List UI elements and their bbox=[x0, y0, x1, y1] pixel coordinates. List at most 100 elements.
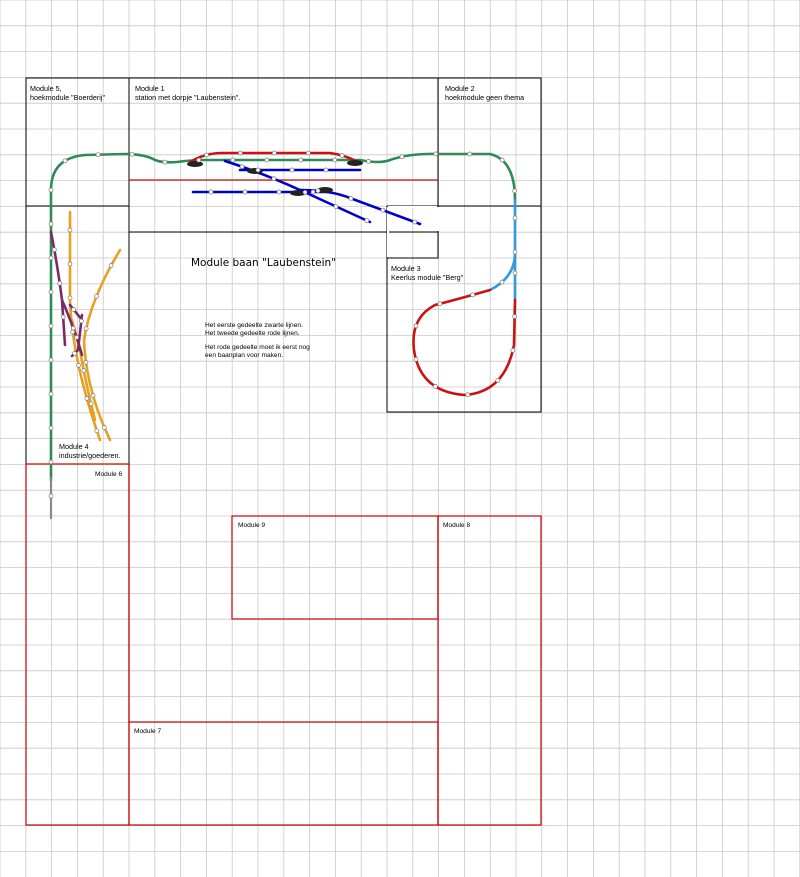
track-joint bbox=[237, 150, 243, 156]
track-joint bbox=[366, 159, 371, 164]
track-joint bbox=[48, 255, 54, 261]
track-joint bbox=[432, 384, 438, 389]
track-joint bbox=[512, 249, 518, 255]
track-joint bbox=[264, 157, 270, 163]
module-2-label-1: Module 2 bbox=[445, 84, 475, 93]
track-joint bbox=[271, 176, 277, 182]
track-joint bbox=[48, 289, 54, 295]
track-joint bbox=[499, 279, 505, 285]
track-joint bbox=[74, 335, 79, 340]
track-joint bbox=[399, 154, 405, 160]
track-joint bbox=[67, 261, 73, 267]
track-joint bbox=[467, 151, 473, 157]
track-joint bbox=[76, 363, 81, 368]
track-joint bbox=[512, 215, 518, 221]
module-5-label-1: Module 5, bbox=[30, 84, 62, 93]
module-5-label-2: hoekmodule "Boerderij" bbox=[30, 93, 105, 102]
track-joint bbox=[271, 150, 277, 156]
track-joint bbox=[67, 295, 73, 301]
track-joint bbox=[90, 393, 96, 398]
loop-approach-track bbox=[488, 198, 517, 292]
track-joint bbox=[239, 164, 245, 170]
module-1-label-2: station met dorpje "Laubenstein". bbox=[135, 93, 240, 102]
track-joint bbox=[48, 425, 54, 431]
track-joint bbox=[512, 314, 517, 319]
module-3-label-1: Module 3 bbox=[391, 264, 421, 273]
track-joint bbox=[62, 158, 68, 164]
track-joint bbox=[48, 493, 54, 499]
track-joint bbox=[437, 301, 443, 307]
track-joint bbox=[512, 270, 518, 276]
track-joint bbox=[196, 157, 202, 163]
track-joint bbox=[48, 221, 54, 227]
track-joint bbox=[94, 293, 99, 299]
module-6-label: Module 6 bbox=[95, 471, 122, 478]
module-9-label: Module 9 bbox=[238, 522, 265, 529]
module-labels: Module 5, hoekmodule "Boerderij" Module … bbox=[30, 84, 524, 735]
note-line-4: een baanplan voor maken. bbox=[205, 352, 283, 359]
track-joint bbox=[315, 188, 321, 194]
track-joint bbox=[72, 351, 77, 356]
track-joint bbox=[380, 207, 386, 213]
track-joint bbox=[348, 196, 354, 201]
module-7-label: Module 7 bbox=[134, 728, 161, 735]
track-joint bbox=[495, 378, 501, 383]
track-joint bbox=[48, 357, 54, 363]
main-line-track bbox=[49, 152, 517, 482]
module-3-label-2: Keerlus module "Berg" bbox=[391, 273, 464, 282]
track-joint bbox=[102, 425, 107, 430]
track-plan-diagram: Module 5, hoekmodule "Boerderij" Module … bbox=[0, 0, 800, 877]
track-joint bbox=[67, 227, 73, 233]
track-joint bbox=[51, 247, 57, 253]
module-8-label: Module 8 bbox=[443, 522, 470, 529]
track-joint bbox=[60, 314, 66, 320]
background-grid bbox=[0, 0, 800, 877]
track-joint bbox=[208, 189, 214, 195]
track-joint bbox=[499, 157, 505, 163]
note-line-3: Het rode gedeelte moet ik eerst nog bbox=[205, 344, 310, 351]
track-joint bbox=[162, 159, 168, 165]
track-joint bbox=[204, 152, 209, 158]
note-line-2: Het tweede gedeelte rode lijnen. bbox=[205, 330, 300, 337]
track-joint bbox=[305, 150, 311, 156]
track-joint bbox=[310, 189, 316, 195]
track-joint bbox=[48, 391, 54, 397]
module-2-label-2: hoekmodule geen thema bbox=[445, 93, 524, 102]
track-joint bbox=[71, 307, 76, 312]
track-joint bbox=[70, 329, 76, 335]
track-joint bbox=[78, 318, 84, 324]
track-joint bbox=[255, 167, 261, 173]
track-joint bbox=[510, 348, 516, 353]
track-joint bbox=[108, 263, 114, 268]
track-joint bbox=[94, 428, 100, 434]
track-joint bbox=[470, 292, 476, 298]
track-joint bbox=[364, 218, 370, 223]
module-4-label-2: industrie/goederen. bbox=[59, 451, 121, 460]
track-joint bbox=[83, 360, 89, 365]
track-joint bbox=[339, 153, 345, 158]
track-joint bbox=[323, 167, 329, 173]
track-joint bbox=[242, 189, 248, 195]
track-joint bbox=[95, 152, 101, 158]
track-joint bbox=[70, 325, 76, 331]
track-joint bbox=[83, 326, 89, 332]
track-joint bbox=[48, 323, 54, 329]
track-joint bbox=[230, 157, 236, 163]
track-joint bbox=[84, 395, 90, 401]
track-joint bbox=[57, 280, 63, 286]
notes: Het eerste gedeelte zwarte lijnen. Het t… bbox=[205, 322, 310, 359]
track-joint bbox=[465, 392, 471, 398]
track-joint bbox=[512, 188, 517, 194]
module-1-label-1: Module 1 bbox=[135, 84, 165, 93]
track-joint bbox=[81, 368, 87, 373]
track-joint bbox=[298, 157, 304, 163]
track-joint bbox=[289, 167, 295, 173]
track-joint bbox=[413, 357, 419, 362]
track-joint bbox=[276, 189, 282, 195]
track-joint bbox=[48, 187, 54, 193]
track-joint bbox=[333, 204, 339, 209]
module-4-label-1: Module 4 bbox=[59, 442, 89, 451]
diagram-title: Module baan "Laubenstein" bbox=[191, 257, 336, 269]
track-joint bbox=[412, 219, 418, 225]
track-joint bbox=[433, 151, 439, 157]
